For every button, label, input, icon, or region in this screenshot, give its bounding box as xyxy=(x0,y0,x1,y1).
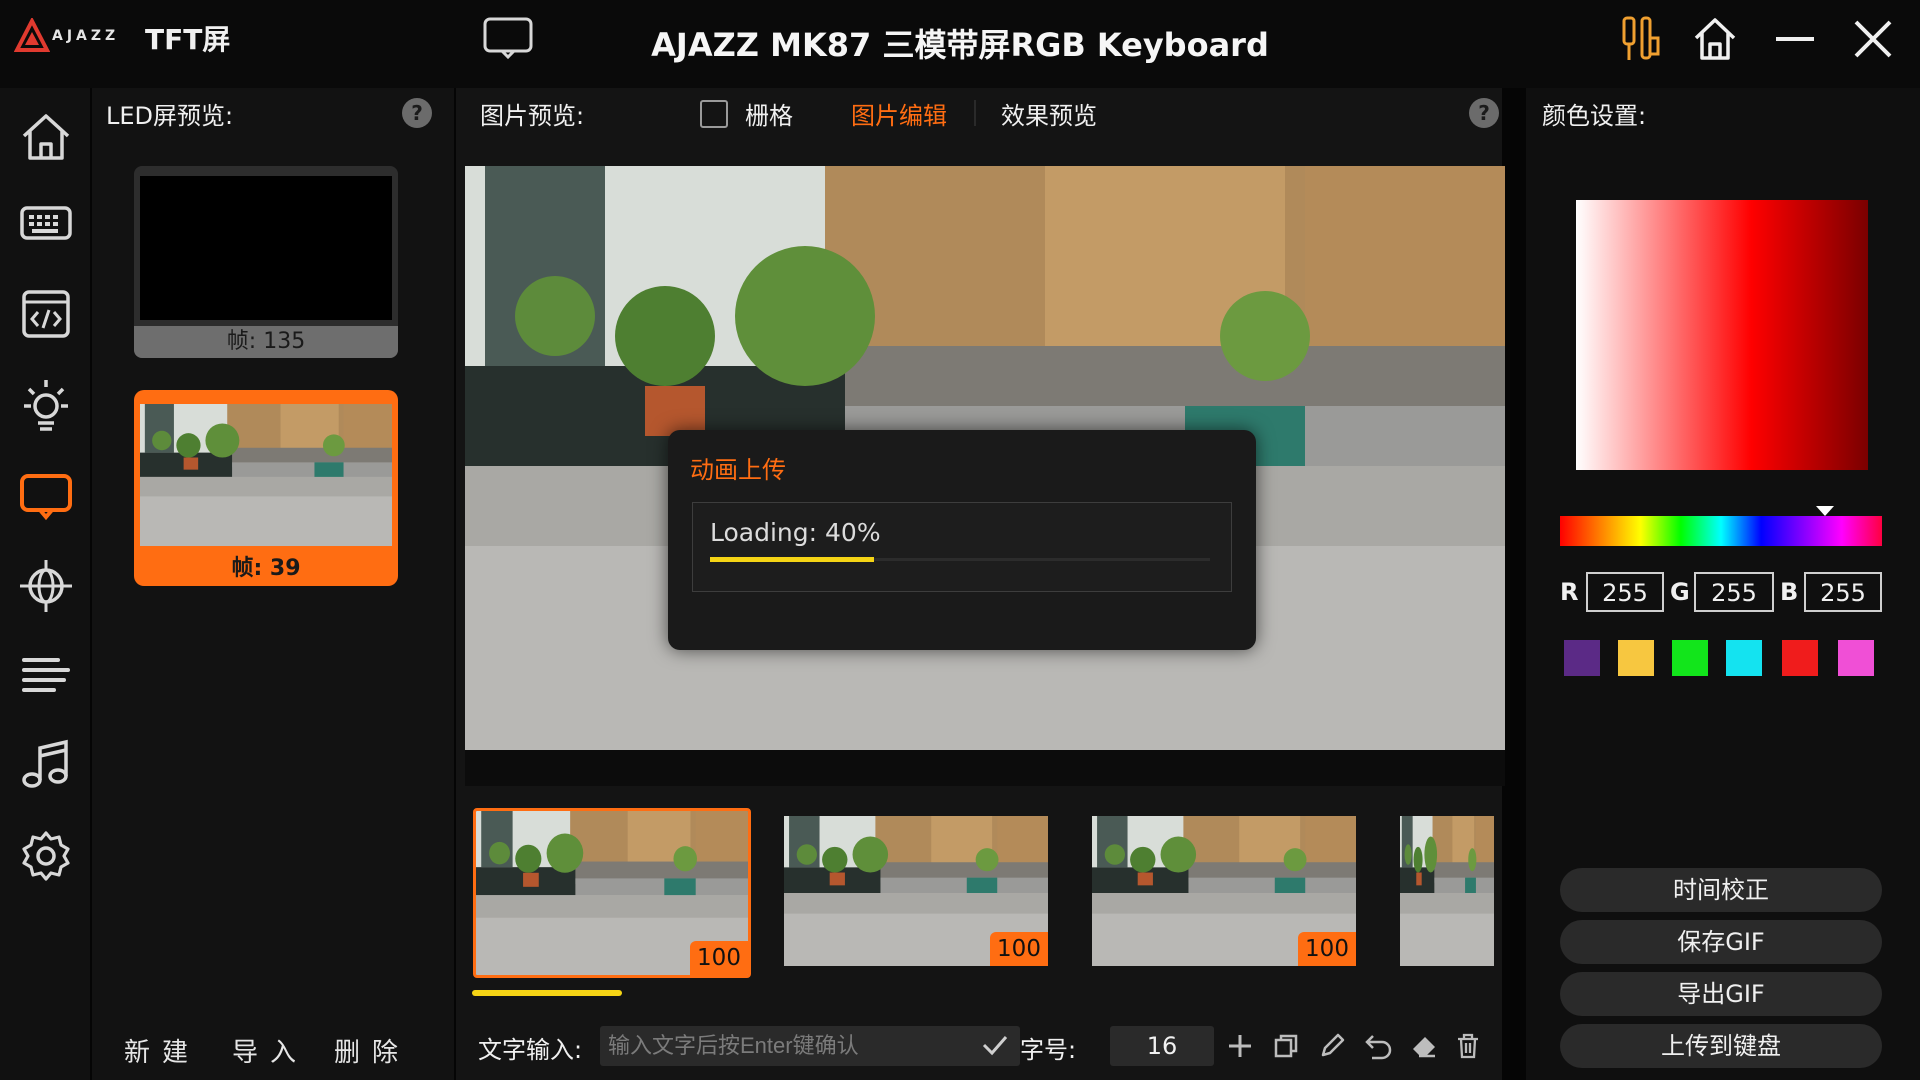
tab-image-edit[interactable]: 图片编辑 xyxy=(851,96,947,131)
color-swatch[interactable] xyxy=(1838,640,1874,676)
network-icon[interactable] xyxy=(18,558,74,614)
text-input[interactable] xyxy=(600,1026,1020,1066)
trash-icon[interactable] xyxy=(1454,1032,1482,1060)
export-gif-button[interactable]: 导出GIF xyxy=(1560,972,1882,1016)
red-label: R xyxy=(1560,578,1579,606)
frame-label: 帧: 39 xyxy=(231,556,301,581)
screen-icon[interactable] xyxy=(18,468,74,524)
hue-pointer-icon[interactable] xyxy=(1816,506,1834,516)
scene-image xyxy=(140,404,392,546)
dialog-title: 动画上传 xyxy=(690,456,786,484)
brand-name: AJAZZ xyxy=(52,28,120,44)
loading-text: Loading: 40% xyxy=(710,518,881,547)
color-swatch[interactable] xyxy=(1618,640,1654,676)
thumbnail-frame[interactable] xyxy=(1400,816,1494,966)
red-input[interactable]: 255 xyxy=(1586,572,1664,612)
screen-icon[interactable] xyxy=(482,16,534,60)
hue-slider[interactable] xyxy=(1560,516,1882,546)
check-icon[interactable] xyxy=(982,1034,1008,1056)
minimize-icon[interactable] xyxy=(1770,14,1820,64)
upload-to-keyboard-button[interactable]: 上传到键盘 xyxy=(1560,1024,1882,1068)
tools-icon[interactable] xyxy=(1618,14,1666,64)
progress-fill xyxy=(710,557,874,562)
new-button[interactable]: 新建 xyxy=(124,1032,200,1069)
import-button[interactable]: 导入 xyxy=(232,1032,308,1069)
delete-button[interactable]: 删除 xyxy=(334,1032,410,1069)
color-picker-area[interactable] xyxy=(1576,200,1868,470)
thumbnail-scrollbar[interactable] xyxy=(472,990,622,996)
home-icon[interactable] xyxy=(18,108,74,164)
help-icon[interactable]: ? xyxy=(402,98,432,128)
font-size-input[interactable]: 16 xyxy=(1110,1026,1214,1066)
close-icon[interactable] xyxy=(1848,14,1898,64)
app-name: TFT屏 xyxy=(145,23,231,56)
tab-divider xyxy=(974,100,976,126)
thumbnail-badge: 100 xyxy=(690,941,748,975)
color-swatch[interactable] xyxy=(1782,640,1818,676)
undo-icon[interactable] xyxy=(1364,1032,1394,1060)
canvas-footer xyxy=(465,750,1505,786)
font-size-label: 字号: xyxy=(1020,1036,1077,1064)
grid-label: 栅格 xyxy=(745,102,793,130)
blue-input[interactable]: 255 xyxy=(1804,572,1882,612)
scene-image xyxy=(1400,816,1494,966)
time-sync-button[interactable]: 时间校正 xyxy=(1560,868,1882,912)
pencil-icon[interactable] xyxy=(1318,1032,1346,1060)
grid-checkbox[interactable] xyxy=(700,100,728,128)
thumbnail-frame[interactable]: 100 xyxy=(473,808,751,978)
frame-label: 帧: 135 xyxy=(134,326,398,358)
frame-thumbnail xyxy=(140,404,392,546)
green-input[interactable]: 255 xyxy=(1694,572,1774,612)
home-icon[interactable] xyxy=(1690,14,1740,64)
frame-thumbnail xyxy=(140,176,392,320)
loading-box xyxy=(692,502,1232,592)
eraser-icon[interactable] xyxy=(1410,1032,1438,1060)
copy-icon[interactable] xyxy=(1272,1032,1300,1060)
gear-icon[interactable] xyxy=(18,828,74,884)
side-nav xyxy=(0,88,90,1080)
save-gif-button[interactable]: 保存GIF xyxy=(1560,920,1882,964)
green-label: G xyxy=(1670,578,1690,606)
thumbnail-frame[interactable]: 100 xyxy=(784,816,1048,966)
thumbnail-badge: 100 xyxy=(1298,932,1356,966)
blue-label: B xyxy=(1780,578,1799,606)
window-title: AJAZZ MK87 三模带屏RGB Keyboard xyxy=(651,26,1269,64)
light-icon[interactable] xyxy=(18,376,74,432)
code-icon[interactable] xyxy=(18,286,74,342)
image-preview-title: 图片预览: xyxy=(480,102,585,130)
plus-icon[interactable] xyxy=(1226,1032,1254,1060)
text-input-label: 文字输入: xyxy=(478,1036,583,1064)
color-settings-title: 颜色设置: xyxy=(1542,102,1647,130)
led-preview-title: LED屏预览: xyxy=(106,102,234,130)
color-swatch[interactable] xyxy=(1726,640,1762,676)
color-swatch[interactable] xyxy=(1564,640,1600,676)
thumbnail-frame[interactable]: 100 xyxy=(1092,816,1356,966)
tab-effect-preview[interactable]: 效果预览 xyxy=(1001,96,1097,131)
color-swatch[interactable] xyxy=(1672,640,1708,676)
keyboard-icon[interactable] xyxy=(18,196,74,252)
music-icon[interactable] xyxy=(18,738,74,794)
help-icon[interactable]: ? xyxy=(1469,98,1499,128)
ajazz-logo-icon xyxy=(14,18,50,54)
thumbnail-badge: 100 xyxy=(990,932,1048,966)
text-align-icon[interactable] xyxy=(18,648,74,704)
